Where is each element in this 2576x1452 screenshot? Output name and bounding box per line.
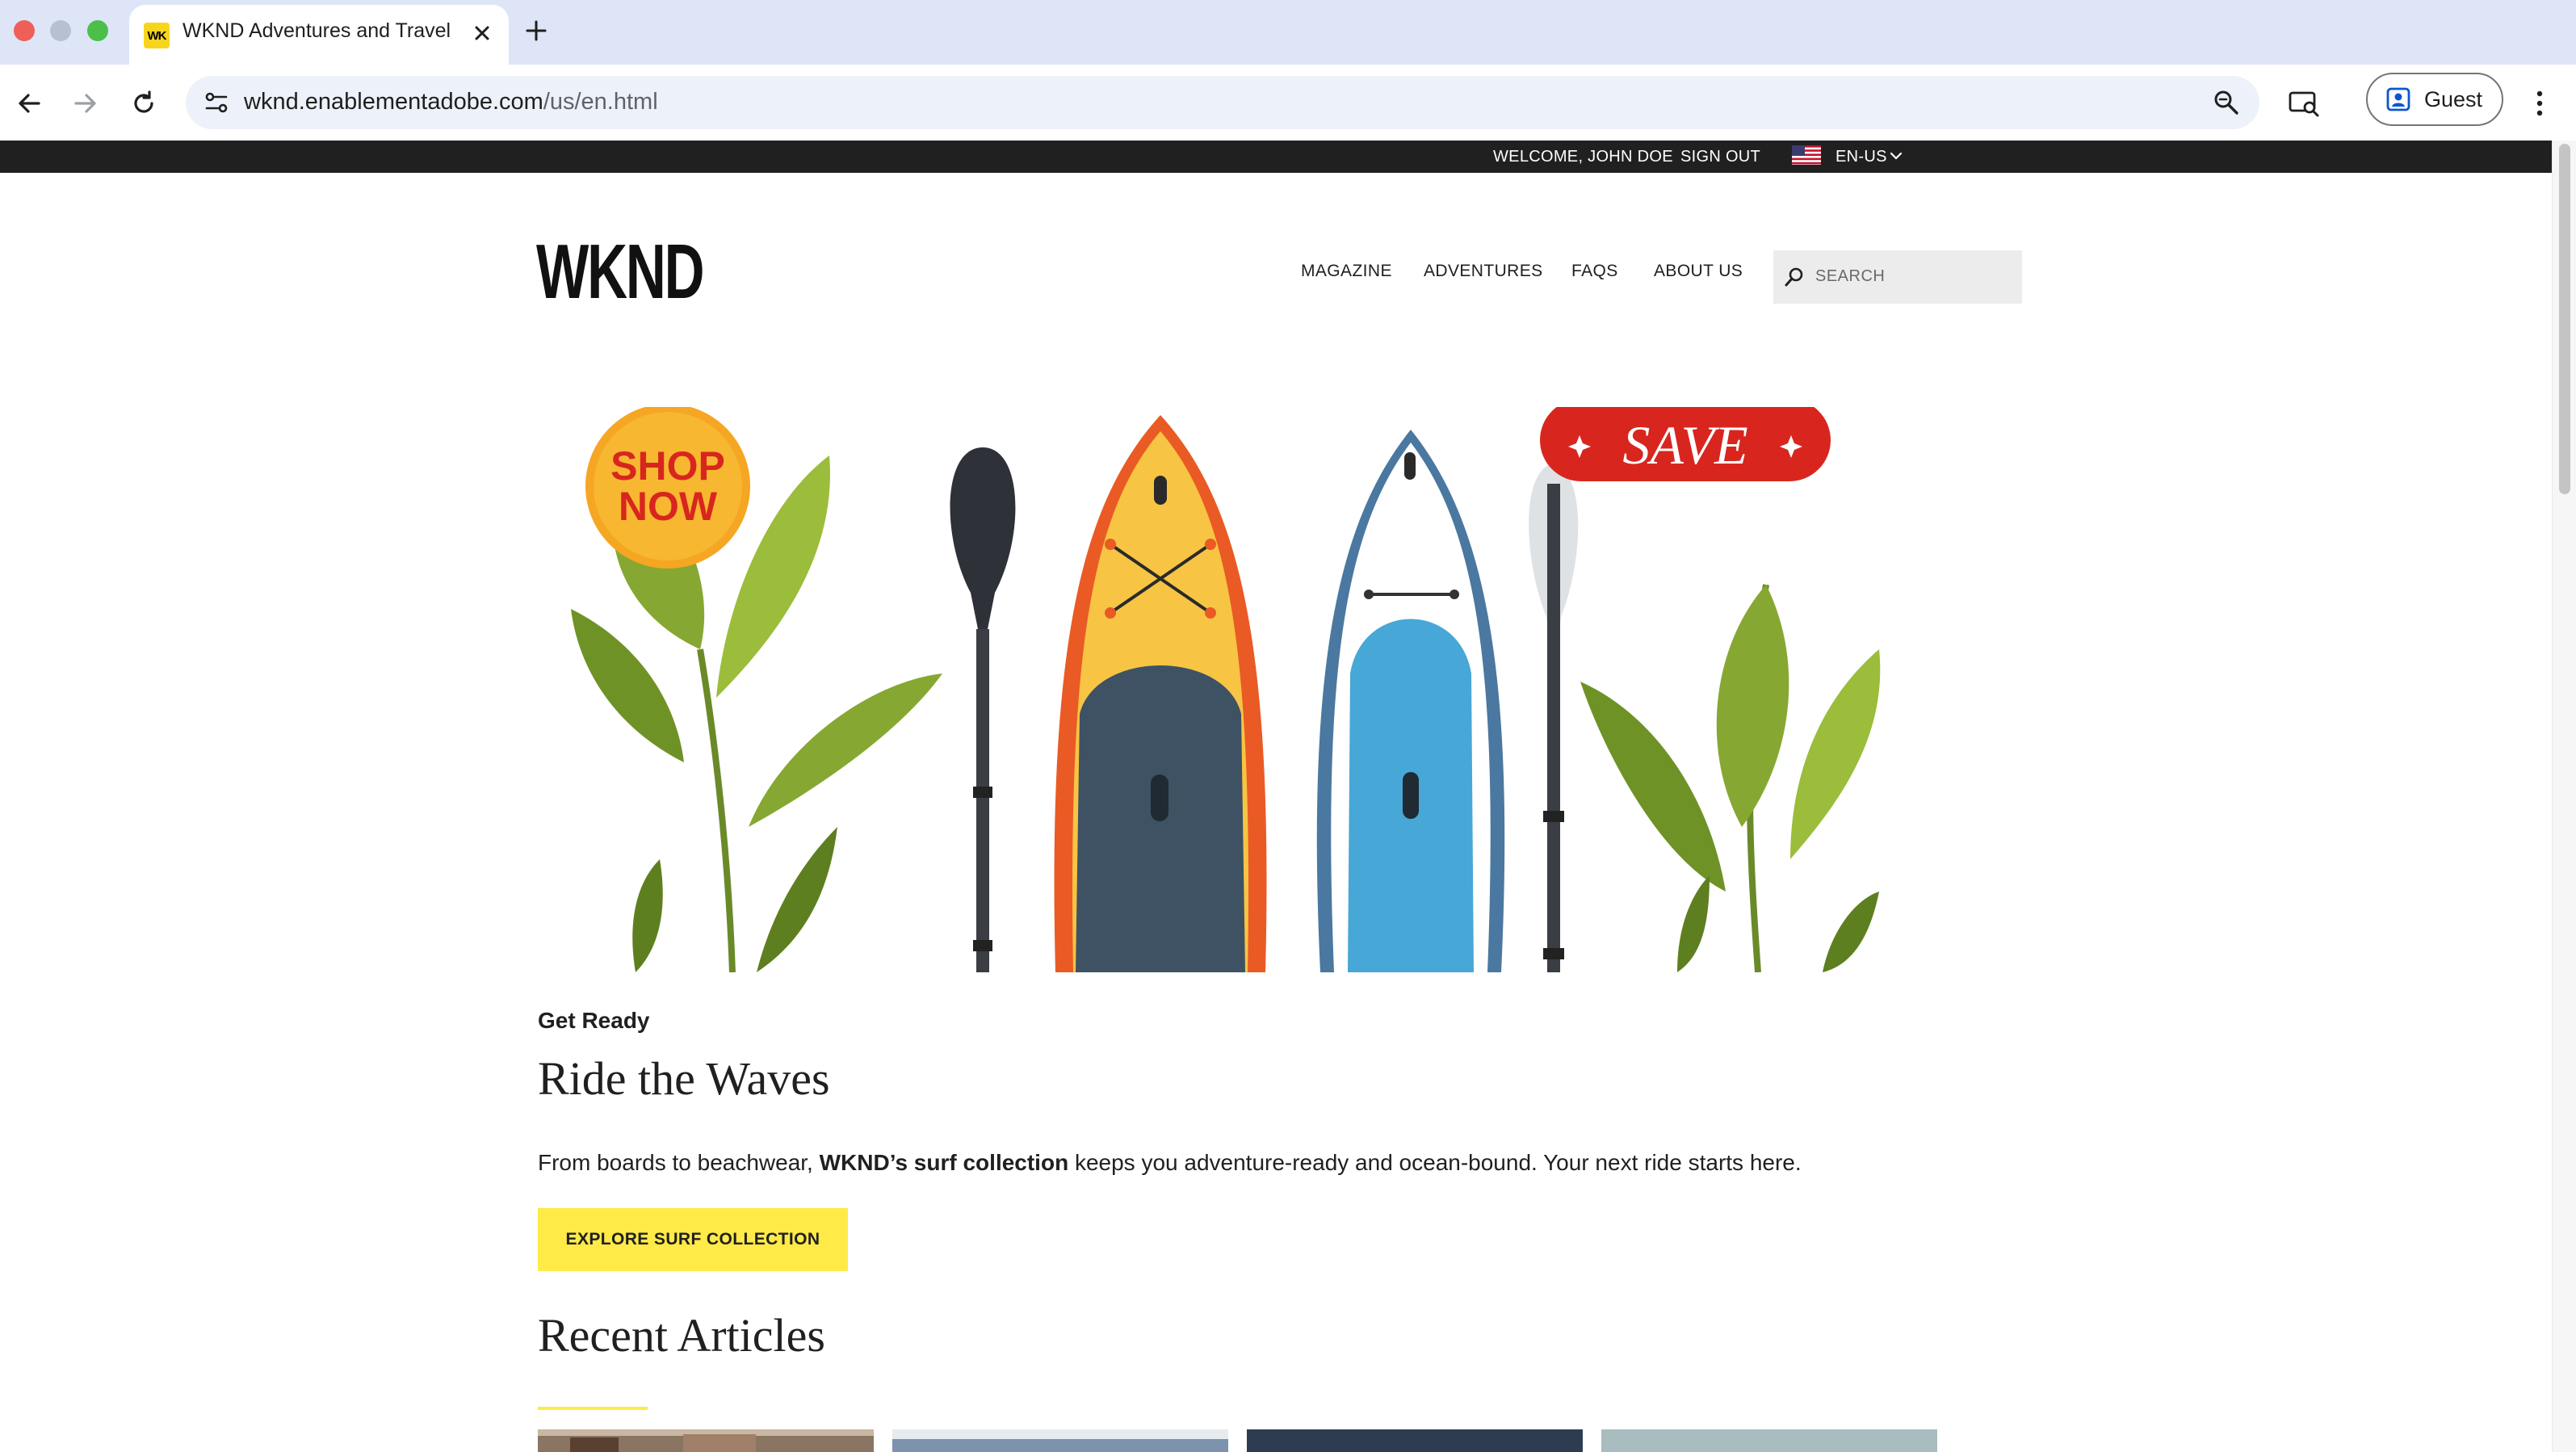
- address-bar[interactable]: wknd.enablementadobe.com/us/en.html: [186, 76, 2259, 129]
- hero-title: Ride the Waves: [538, 1052, 830, 1105]
- shop-now-badge: SHOP NOW: [585, 407, 750, 569]
- now-label: NOW: [619, 484, 718, 529]
- page-viewport: WELCOME, JOHN DOE SIGN OUT EN-US WKND MA…: [0, 141, 2552, 1452]
- url-path: /us/en.html: [543, 89, 658, 115]
- hero-description-bold: WKND’s surf collection: [819, 1150, 1069, 1175]
- site-info-icon[interactable]: [200, 86, 233, 119]
- hero-image[interactable]: SHOP NOW SAVE: [563, 407, 1978, 972]
- search-input[interactable]: SEARCH: [1773, 250, 2022, 304]
- nav-faqs[interactable]: FAQS: [1571, 262, 1618, 281]
- utility-bar: WELCOME, JOHN DOE SIGN OUT EN-US: [0, 141, 2552, 173]
- forward-arrow-icon[interactable]: [68, 86, 103, 121]
- browser-tab[interactable]: WK WKND Adventures and Travel: [129, 5, 509, 65]
- article-thumbnail-4[interactable]: [1601, 1429, 1937, 1452]
- browser-menu-icon[interactable]: [2528, 86, 2552, 121]
- title-underline: [538, 1407, 648, 1410]
- back-arrow-icon[interactable]: [11, 86, 47, 121]
- search-icon: [1785, 267, 1803, 287]
- hero-description: From boards to beachwear, WKND’s surf co…: [538, 1150, 1802, 1176]
- profile-label: Guest: [2424, 87, 2483, 111]
- hero-eyebrow: Get Ready: [538, 1008, 650, 1033]
- browser-toolbar: wknd.enablementadobe.com/us/en.html Gues…: [0, 65, 2576, 141]
- reload-icon[interactable]: [126, 86, 162, 121]
- save-badge: SAVE: [1540, 407, 1831, 481]
- hero-description-end: keeps you adventure-ready and ocean-boun…: [1068, 1150, 1802, 1175]
- article-thumbnail-2[interactable]: [892, 1429, 1228, 1452]
- sign-out-link[interactable]: SIGN OUT: [1680, 148, 1760, 166]
- nav-about-us[interactable]: ABOUT US: [1654, 262, 1743, 281]
- article-thumbnail-3[interactable]: [1247, 1429, 1583, 1452]
- window-close-button[interactable]: [14, 20, 35, 41]
- window-minimize-button[interactable]: [50, 20, 71, 41]
- shop-label: SHOP: [610, 443, 725, 489]
- profile-avatar-icon: [2386, 87, 2410, 111]
- nav-adventures[interactable]: ADVENTURES: [1424, 262, 1543, 281]
- zoom-icon[interactable]: [2211, 87, 2242, 118]
- nav-magazine[interactable]: MAGAZINE: [1301, 262, 1392, 281]
- language-selector[interactable]: EN-US: [1836, 148, 1887, 166]
- scrollbar-thumb[interactable]: [2559, 144, 2570, 494]
- new-tab-icon[interactable]: [520, 15, 552, 47]
- hero-description-start: From boards to beachwear,: [538, 1150, 820, 1175]
- explore-surf-collection-button[interactable]: EXPLORE SURF COLLECTION: [538, 1208, 848, 1271]
- tab-title: WKND Adventures and Travel: [183, 19, 451, 42]
- us-flag-icon[interactable]: [1792, 145, 1821, 165]
- screen-search-icon[interactable]: [2285, 85, 2322, 122]
- article-thumbnail-1[interactable]: [538, 1429, 874, 1452]
- url-host: wknd.enablementadobe.com: [244, 89, 543, 115]
- wknd-logo[interactable]: WKND: [536, 233, 705, 311]
- window-zoom-button[interactable]: [87, 20, 108, 41]
- chevron-down-icon[interactable]: [1889, 149, 1903, 163]
- tab-close-icon[interactable]: [468, 19, 496, 47]
- browser-tabstrip: WK WKND Adventures and Travel: [0, 0, 2576, 65]
- recent-articles-title: Recent Articles: [538, 1309, 825, 1362]
- save-label: SAVE: [1622, 414, 1747, 476]
- profile-button[interactable]: Guest: [2366, 73, 2503, 126]
- search-placeholder: SEARCH: [1815, 267, 1886, 285]
- page-scrollbar[interactable]: [2552, 141, 2576, 1452]
- url-text: wknd.enablementadobe.com/us/en.html: [244, 89, 658, 115]
- welcome-text: WELCOME, JOHN DOE: [1493, 148, 1673, 166]
- tab-favicon-icon: WK: [144, 23, 170, 48]
